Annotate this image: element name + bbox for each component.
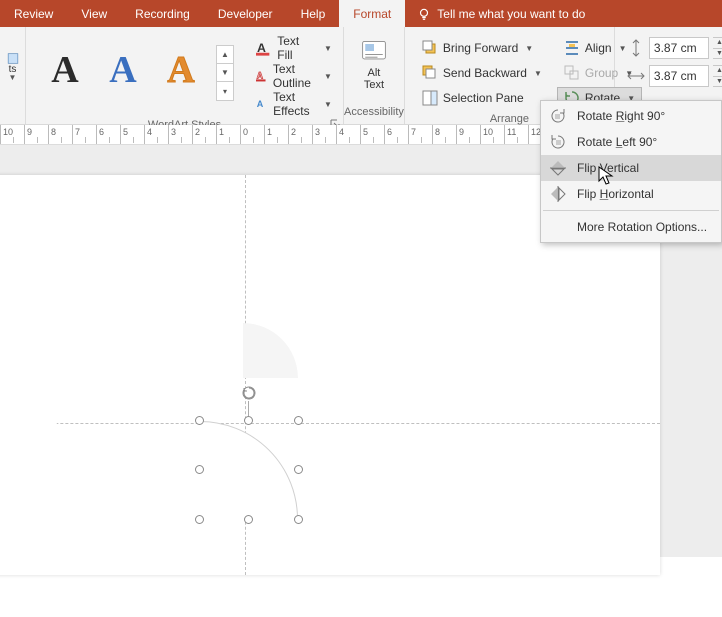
gallery-next-icon[interactable]: ▼ xyxy=(217,64,233,82)
menu-flip-horizontal[interactable]: Flip Horizontal xyxy=(541,181,721,207)
tab-help[interactable]: Help xyxy=(287,0,340,27)
alt-text-label: Alt Text xyxy=(364,67,384,91)
rotate-dropdown-menu: Rotate Right 90° Rotate Left 90° Flip Ve… xyxy=(540,100,722,243)
accessibility-group-label: Accessibility xyxy=(344,106,404,124)
text-fill-icon: A xyxy=(256,40,271,56)
menu-separator xyxy=(543,210,719,211)
rotation-stem xyxy=(248,401,249,416)
mouse-cursor-icon xyxy=(598,166,614,186)
shape-height-spinner[interactable]: ▲▼ xyxy=(713,37,722,59)
chevron-down-icon: ▼ xyxy=(534,69,542,78)
chevron-down-icon: ▼ xyxy=(324,100,332,109)
chevron-down-icon: ▼ xyxy=(525,44,533,53)
send-backward-label: Send Backward xyxy=(443,66,527,80)
align-label: Align xyxy=(585,41,612,55)
wordart-style-2[interactable]: A xyxy=(100,47,146,93)
tab-view[interactable]: View xyxy=(67,0,121,27)
wordart-gallery-more[interactable]: ▲ ▼ ▾ xyxy=(216,45,234,101)
resize-handle-e[interactable] xyxy=(294,465,303,474)
group-label: Group xyxy=(585,66,618,80)
shape-height-value: 3.87 cm xyxy=(654,41,697,55)
send-backward-icon xyxy=(422,65,438,81)
ribbon-tabs-bar: Review View Recording Developer Help For… xyxy=(0,0,722,27)
selection-pane-button[interactable]: Selection Pane xyxy=(415,87,549,109)
lightbulb-icon xyxy=(417,7,431,21)
wordart-gallery[interactable]: A A A ▲ ▼ ▾ xyxy=(32,31,244,101)
tab-review[interactable]: Review xyxy=(0,0,67,27)
chevron-down-icon: ▼ xyxy=(324,72,332,81)
menu-more-rotation-label: More Rotation Options... xyxy=(577,220,707,234)
chevron-down-icon: ▼ xyxy=(324,44,332,53)
menu-rotate-right-90[interactable]: Rotate Right 90° xyxy=(541,103,721,129)
tab-format[interactable]: Format xyxy=(339,0,405,27)
svg-text:A: A xyxy=(257,71,264,81)
oval-shape[interactable] xyxy=(0,265,60,525)
resize-handle-w[interactable] xyxy=(195,465,204,474)
pie-shape-top[interactable] xyxy=(188,323,298,433)
shape-width-value: 3.87 cm xyxy=(654,69,697,83)
shape-width-input[interactable]: 3.87 cm xyxy=(649,65,709,87)
quick-styles-button[interactable]: ts ▼ xyxy=(3,52,23,82)
resize-handle-nw[interactable] xyxy=(195,416,204,425)
rotation-handle[interactable] xyxy=(241,385,257,401)
resize-handle-s[interactable] xyxy=(244,515,253,524)
shape-height-input[interactable]: 3.87 cm xyxy=(649,37,709,59)
blank-icon xyxy=(549,218,567,236)
selected-shape[interactable] xyxy=(200,421,298,519)
tell-me-search[interactable]: Tell me what you want to do xyxy=(405,0,597,27)
rotate-left-icon xyxy=(549,133,567,151)
chevron-down-icon: ▼ xyxy=(9,75,17,81)
resize-handle-ne[interactable] xyxy=(294,416,303,425)
rotate-right-icon xyxy=(549,107,567,125)
horizontal-guide xyxy=(0,423,660,424)
menu-rotate-left-90[interactable]: Rotate Left 90° xyxy=(541,129,721,155)
text-effects-icon: A xyxy=(256,96,267,112)
spin-down-icon[interactable]: ▼ xyxy=(713,77,722,87)
text-fill-button[interactable]: A Text Fill ▼ xyxy=(252,37,336,59)
resize-handle-n[interactable] xyxy=(244,416,253,425)
flip-horizontal-icon xyxy=(549,185,567,203)
tab-developer[interactable]: Developer xyxy=(204,0,287,27)
width-icon xyxy=(627,67,645,85)
menu-rotate-right-label: Rotate Right 90° xyxy=(577,109,665,123)
align-icon xyxy=(564,40,580,56)
alt-text-icon xyxy=(360,37,388,65)
text-effects-button[interactable]: A Text Effects ▼ xyxy=(252,93,336,115)
spin-up-icon[interactable]: ▲ xyxy=(713,66,722,77)
flip-vertical-icon xyxy=(549,159,567,177)
bring-forward-icon xyxy=(422,40,438,56)
text-effects-label: Text Effects xyxy=(273,90,316,118)
alt-text-button[interactable]: Alt Text xyxy=(352,31,396,91)
tab-recording[interactable]: Recording xyxy=(121,0,204,27)
svg-text:A: A xyxy=(257,99,264,109)
height-icon xyxy=(627,39,645,57)
bring-forward-button[interactable]: Bring Forward ▼ xyxy=(415,37,549,59)
text-fill-label: Text Fill xyxy=(277,34,316,62)
bring-forward-label: Bring Forward xyxy=(443,41,518,55)
resize-handle-se[interactable] xyxy=(294,515,303,524)
spin-up-icon[interactable]: ▲ xyxy=(713,38,722,49)
menu-flip-horizontal-label: Flip Horizontal xyxy=(577,187,654,201)
gallery-expand-icon[interactable]: ▾ xyxy=(217,82,233,100)
group-icon xyxy=(564,65,580,81)
menu-flip-vertical[interactable]: Flip Vertical xyxy=(541,155,721,181)
tell-me-placeholder: Tell me what you want to do xyxy=(437,7,585,21)
shape-width-spinner[interactable]: ▲▼ xyxy=(713,65,722,87)
text-outline-label: Text Outline xyxy=(273,62,316,90)
text-outline-icon: A xyxy=(256,68,267,84)
wordart-style-3[interactable]: A xyxy=(158,47,204,93)
text-outline-button[interactable]: A Text Outline ▼ xyxy=(252,65,336,87)
selection-pane-label: Selection Pane xyxy=(443,91,524,105)
menu-more-rotation-options[interactable]: More Rotation Options... xyxy=(541,214,721,240)
spin-down-icon[interactable]: ▼ xyxy=(713,49,722,59)
svg-text:A: A xyxy=(257,41,266,55)
gallery-prev-icon[interactable]: ▲ xyxy=(217,46,233,64)
resize-handle-sw[interactable] xyxy=(195,515,204,524)
shape-styles-icon xyxy=(5,53,21,64)
send-backward-button[interactable]: Send Backward ▼ xyxy=(415,62,549,84)
menu-rotate-left-label: Rotate Left 90° xyxy=(577,135,657,149)
selection-pane-icon xyxy=(422,90,438,106)
wordart-style-1[interactable]: A xyxy=(42,47,88,93)
